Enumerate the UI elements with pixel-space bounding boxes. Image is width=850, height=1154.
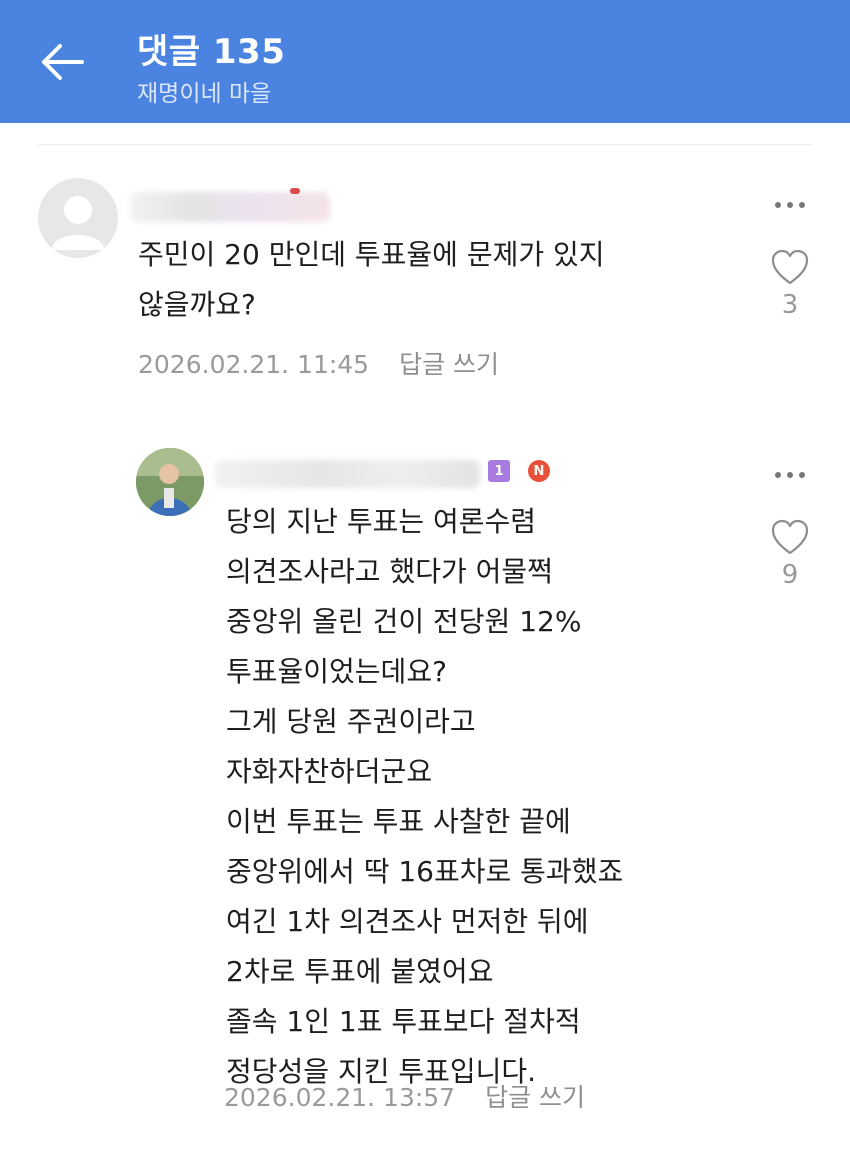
like-count: 3 [781, 290, 799, 320]
comment-text: 당의 지난 투표는 여론수렴 의견조사라고 했다가 어물쩍 중앙위 올린 건이 … [226, 505, 624, 1088]
author-nickname-blurred[interactable] [130, 186, 335, 226]
heart-icon [771, 249, 809, 285]
new-badge: N [528, 460, 550, 482]
more-dots-icon [775, 202, 805, 208]
default-avatar-icon[interactable] [38, 178, 118, 258]
cafe-name: 재명이네 마을 [137, 81, 272, 107]
comment-timestamp: 2026.02.21. 13:57 [224, 1083, 456, 1112]
back-button[interactable] [34, 38, 88, 86]
comment-meta: 2026.02.21. 11:45 답글 쓰기 [138, 345, 499, 381]
heart-icon [771, 519, 809, 555]
level-badge: 1 [488, 460, 510, 482]
comment-meta: 2026.02.21. 13:57 답글 쓰기 [224, 1078, 585, 1114]
author-nickname-blurred[interactable] [215, 452, 485, 492]
more-dots-icon [775, 472, 805, 478]
profile-avatar[interactable] [136, 448, 204, 516]
comment-text: 주민이 20 만인데 투표율에 문제가 있지 않을까요? [138, 238, 605, 321]
back-arrow-icon [42, 44, 84, 80]
reply-button[interactable]: 답글 쓰기 [399, 350, 499, 379]
like-button[interactable] [770, 518, 810, 558]
like-count: 9 [781, 560, 799, 590]
more-options-button[interactable] [770, 195, 810, 215]
more-options-button[interactable] [770, 465, 810, 485]
comment-timestamp: 2026.02.21. 11:45 [138, 350, 370, 379]
divider [38, 144, 812, 145]
reply-button[interactable]: 답글 쓰기 [485, 1083, 585, 1112]
app-header: 댓글 135 재명이네 마을 [0, 0, 850, 123]
like-button[interactable] [770, 248, 810, 288]
page-title: 댓글 135 [137, 32, 286, 72]
